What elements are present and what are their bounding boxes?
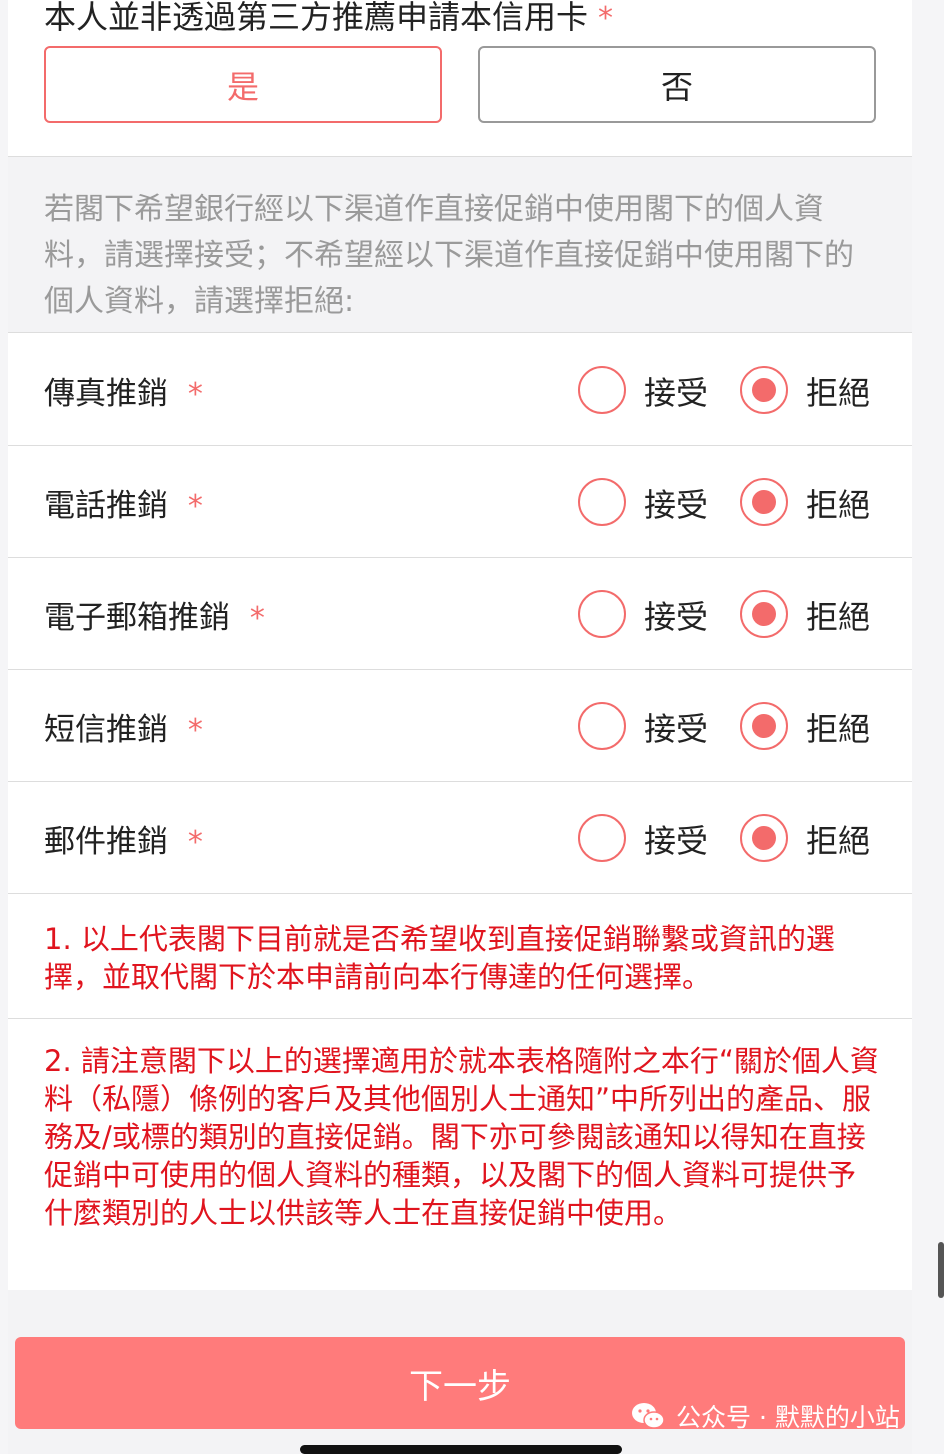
channel-label: 電子郵箱推銷 * [44, 600, 265, 636]
channel-row-email: 電子郵箱推銷 * 接受 拒絕 [8, 558, 912, 670]
accept-label[interactable]: 接受 [644, 816, 708, 862]
accept-radio[interactable] [578, 478, 626, 526]
reject-radio[interactable] [740, 478, 788, 526]
accept-label[interactable]: 接受 [644, 592, 708, 638]
accept-radio[interactable] [578, 814, 626, 862]
watermark-text: 公众号 · 默默的小站 [676, 1403, 900, 1432]
required-mark: * [187, 489, 203, 524]
channel-row-mail: 郵件推銷 * 接受 拒絕 [8, 782, 912, 894]
divider [8, 1018, 912, 1019]
required-mark: * [187, 825, 203, 860]
watermark: 公众号 · 默默的小站 [630, 1398, 900, 1434]
home-indicator[interactable] [300, 1445, 622, 1454]
reject-label[interactable]: 拒絕 [806, 592, 870, 638]
note-2: 2. 請注意閣下以上的選擇適用於就本表格隨附之本行“關於個人資料（私隱）條例的客… [44, 1044, 879, 1230]
accept-label[interactable]: 接受 [644, 704, 708, 750]
accept-radio[interactable] [578, 590, 626, 638]
reject-radio[interactable] [740, 702, 788, 750]
accept-radio[interactable] [578, 702, 626, 750]
yes-button[interactable]: 是 [44, 46, 442, 123]
note-1: 1. 以上代表閣下目前就是否希望收到直接促銷聯繫或資訊的選擇，並取代閣下於本申請… [44, 922, 835, 994]
required-mark: * [249, 601, 265, 636]
third-party-question: 本人並非透過第三方推薦申請本信用卡 * [44, 0, 613, 38]
required-mark: * [187, 377, 203, 412]
channel-label: 短信推銷 * [44, 712, 203, 748]
third-party-question-label: 本人並非透過第三方推薦申請本信用卡 [44, 0, 589, 36]
required-mark: * [187, 713, 203, 748]
channel-label: 郵件推銷 * [44, 824, 203, 860]
form-page: 本人並非透過第三方推薦申請本信用卡 * 是 否 若閣下希望銀行經以下渠道作直接促銷… [8, 0, 912, 1454]
no-button[interactable]: 否 [478, 46, 876, 123]
marketing-notice-text: 若閣下希望銀行經以下渠道作直接促銷中使用閣下的個人資料，請選擇接受；不希望經以下… [44, 192, 854, 319]
wechat-icon [632, 1403, 665, 1429]
channel-row-phone: 電話推銷 * 接受 拒絕 [8, 446, 912, 558]
page-gutter [912, 0, 944, 1454]
reject-label[interactable]: 拒絕 [806, 704, 870, 750]
reject-radio[interactable] [740, 366, 788, 414]
reject-radio[interactable] [740, 814, 788, 862]
accept-label[interactable]: 接受 [644, 480, 708, 526]
channel-label: 電話推銷 * [44, 488, 203, 524]
accept-label[interactable]: 接受 [644, 368, 708, 414]
reject-label[interactable]: 拒絕 [806, 480, 870, 526]
accept-radio[interactable] [578, 366, 626, 414]
required-mark: * [598, 1, 614, 36]
marketing-notice: 若閣下希望銀行經以下渠道作直接促銷中使用閣下的個人資料，請選擇接受；不希望經以下… [8, 156, 912, 333]
reject-radio[interactable] [740, 590, 788, 638]
channel-row-fax: 傳真推銷 * 接受 拒絕 [8, 334, 912, 446]
channel-label: 傳真推銷 * [44, 376, 203, 412]
reject-label[interactable]: 拒絕 [806, 368, 870, 414]
scrollbar[interactable] [938, 1242, 944, 1298]
reject-label[interactable]: 拒絕 [806, 816, 870, 862]
channel-row-sms: 短信推銷 * 接受 拒絕 [8, 670, 912, 782]
